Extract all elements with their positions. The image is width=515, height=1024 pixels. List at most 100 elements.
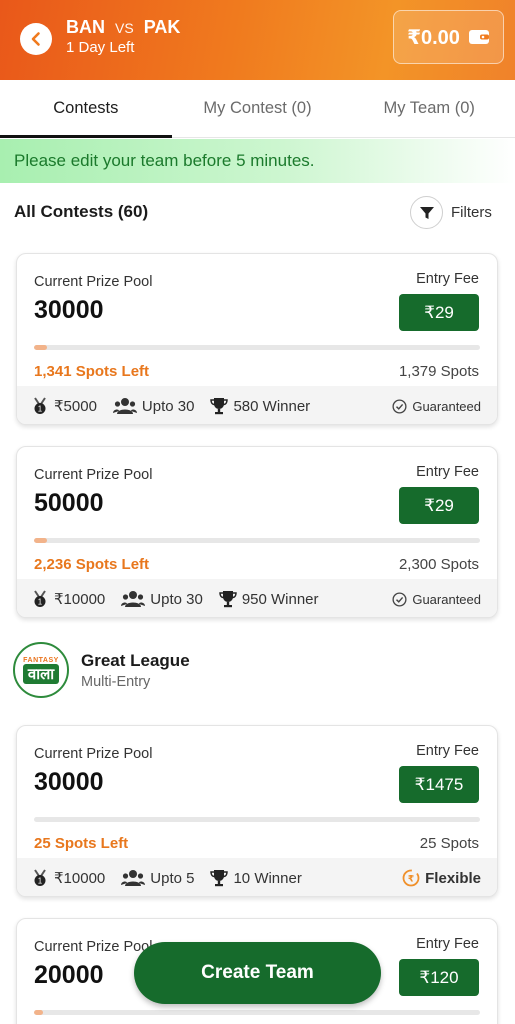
spots-left: 1,341 Spots Left [34,363,150,380]
prize-pool-value: 20000 [34,961,104,989]
spots-progress-bar [34,817,480,822]
entry-fee-label: Entry Fee [416,271,479,287]
spots-progress-fill [34,345,48,350]
check-circle-icon [392,591,407,607]
first-prize-value: ₹5000 [54,398,97,415]
tab-contests[interactable]: Contests [0,80,172,138]
spots-total: 25 Spots [419,835,479,852]
winners-value: 580 Winner [233,397,311,415]
spots-progress-fill [34,538,48,543]
entry-fee-button[interactable]: ₹120 [399,959,479,996]
svg-text:1: 1 [38,405,43,414]
users-icon [121,591,146,607]
contest-card[interactable]: Current Prize Pool 30000 Entry Fee ₹29 1… [16,253,498,425]
users-icon [112,398,137,414]
svg-text:₹: ₹ [408,875,414,885]
svg-text:1: 1 [38,877,43,886]
back-button[interactable] [20,23,52,55]
spots-progress-fill [34,1010,43,1015]
entry-limit-value: Upto 30 [150,590,203,608]
spots-progress-bar [34,345,480,350]
spots-progress-bar [34,1010,480,1015]
entry-fee-label: Entry Fee [416,743,479,759]
contest-card[interactable]: Current Prize Pool 30000 Entry Fee ₹1475… [16,725,498,897]
tab-my-contest[interactable]: My Contest (0) [172,80,344,137]
team1-name: BAN [66,17,105,37]
medal-icon: 1 [34,397,46,414]
first-prize: 1 ₹10000 [31,869,105,887]
wallet-icon [468,30,489,44]
flexible-rupee-icon: ₹ [402,869,420,887]
winners: 580 Winner [210,397,310,415]
spots-progress-bar [34,538,480,543]
entry-limit-value: Upto 30 [141,397,195,415]
league-title: Great League [81,650,190,670]
league-header: FANTASY वाला Great League Multi-Entry [13,642,190,698]
league-subtitle: Multi-Entry [81,673,151,690]
prize-pool-label: Current Prize Pool [34,467,153,483]
team2-name: PAK [143,17,181,37]
prize-pool-value: 30000 [34,296,104,324]
vs-label: VS [115,20,134,36]
winners: 10 Winner [210,869,302,887]
card-footer: 1 ₹10000 Upto 30 950 Winner Guaranteed [17,579,497,617]
match-info: BAN VS PAK 1 Day Left [66,17,180,56]
card-footer: 1 ₹10000 Upto 5 10 Winner ₹ Flexible [17,858,497,896]
flexible-label: Flexible [425,869,481,887]
medal-icon: 1 [34,590,46,607]
trophy-icon [210,398,229,415]
winners: 950 Winner [219,590,319,608]
entry-fee-button[interactable]: ₹1475 [399,766,479,803]
prize-pool-value: 30000 [34,768,104,796]
entry-fee-button[interactable]: ₹29 [399,294,479,331]
spots-left: 25 Spots Left [34,835,129,852]
prize-pool-label: Current Prize Pool [34,939,153,955]
filter-icon [419,206,434,219]
first-prize-value: ₹10000 [54,870,106,887]
first-prize: 1 ₹10000 [31,590,105,608]
tab-bar: Contests My Contest (0) My Team (0) [0,80,515,138]
prize-pool-value: 50000 [34,489,104,517]
match-header: BAN VS PAK 1 Day Left ₹0.00 [0,0,515,80]
card-footer: 1 ₹5000 Upto 30 580 Winner Guaranteed [17,386,497,424]
entry-fee-label: Entry Fee [416,464,479,480]
spots-total: 1,379 Spots [398,363,479,380]
users-icon [121,870,146,886]
winners-value: 950 Winner [241,590,319,608]
spots-total: 2,300 Spots [398,556,479,573]
winners-value: 10 Winner [233,869,302,887]
filters-label: Filters [451,204,492,221]
check-circle-icon [392,398,407,414]
svg-text:1: 1 [38,598,43,607]
contest-card[interactable]: Current Prize Pool 50000 Entry Fee ₹29 2… [16,446,498,618]
entry-limit: Upto 30 [112,397,195,415]
filters-button[interactable]: Filters [410,196,492,229]
medal-icon: 1 [34,869,46,886]
league-logo: FANTASY वाला [13,642,69,698]
trophy-icon [219,591,237,608]
guaranteed-badge: Guaranteed [392,399,481,414]
entry-limit: Upto 5 [121,869,194,887]
all-contests-title: All Contests (60) [14,202,149,221]
time-left: 1 Day Left [66,39,135,56]
wallet-balance: ₹0.00 [407,26,460,49]
flexible-badge: ₹ Flexible [402,869,481,887]
guaranteed-label: Guaranteed [412,591,481,607]
entry-fee-button[interactable]: ₹29 [399,487,479,524]
chevron-left-icon [31,32,40,46]
tab-my-team[interactable]: My Team (0) [343,80,515,137]
first-prize-value: ₹10000 [54,591,106,608]
league-logo-top: FANTASY [23,656,59,664]
wallet-button[interactable]: ₹0.00 [393,10,504,64]
prize-pool-label: Current Prize Pool [34,274,153,290]
first-prize: 1 ₹5000 [31,397,97,415]
prize-pool-label: Current Prize Pool [34,746,153,762]
entry-limit: Upto 30 [121,590,203,608]
guaranteed-badge: Guaranteed [392,592,481,607]
entry-fee-label: Entry Fee [416,936,479,952]
trophy-icon [210,870,229,887]
entry-limit-value: Upto 5 [150,869,195,887]
edit-team-notice: Please edit your team before 5 minutes. [0,139,515,183]
guaranteed-label: Guaranteed [412,398,481,414]
create-team-button[interactable]: Create Team [134,942,381,1004]
